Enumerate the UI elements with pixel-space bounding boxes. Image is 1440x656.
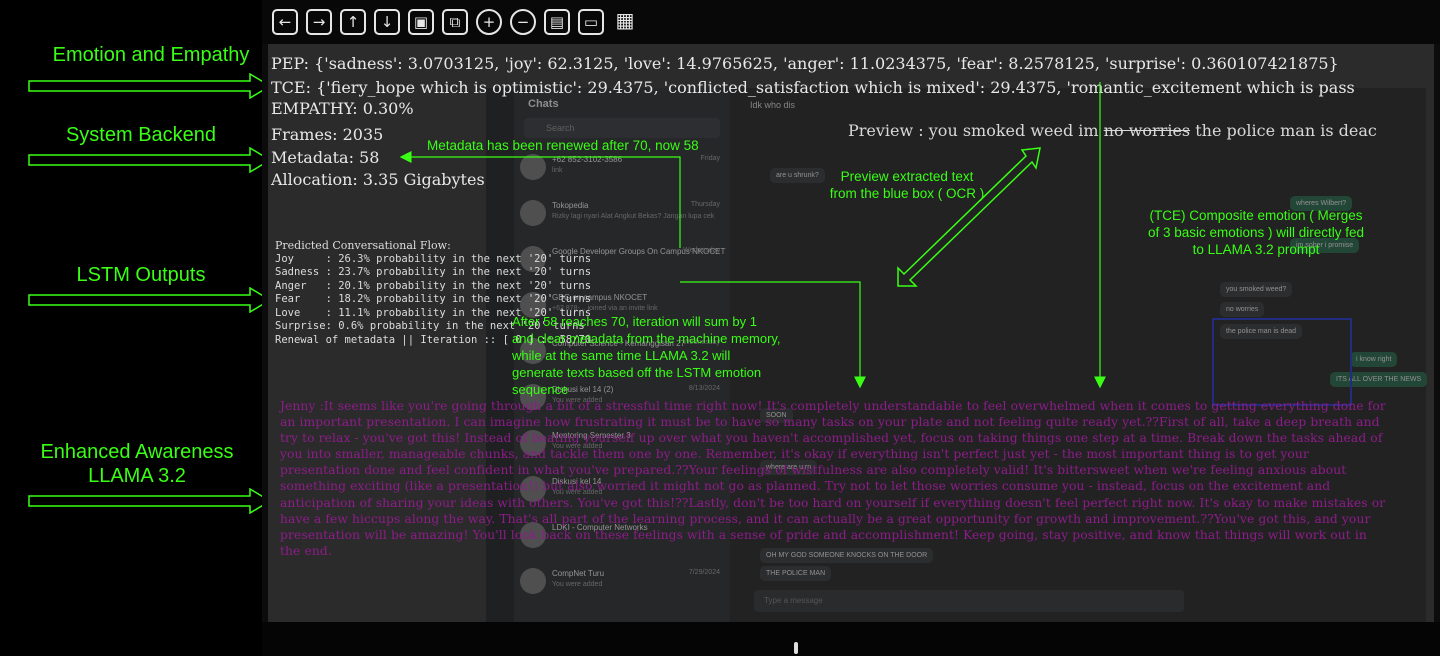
scrollbar-thumb[interactable] [794, 642, 798, 654]
arrow-up-icon: ↑ [346, 13, 360, 31]
chat-item-time: Friday [700, 155, 720, 162]
pep-line: PEP: {'sadness': 3.0703125, 'joy': 62.31… [271, 54, 1339, 73]
chat-list-item[interactable]: CompNet Turu You were added 7/29/2024 [520, 566, 724, 600]
chat-search-input[interactable]: Search [524, 118, 720, 138]
annotation-arrow-lstm [28, 287, 272, 313]
preview-suffix: the police man is deac [1190, 121, 1377, 140]
annotation-enhanced-awareness: Enhanced Awareness LLAMA 3.2 [40, 441, 234, 487]
ocr-preview-note: Preview extracted text from the blue box… [829, 169, 985, 201]
arrow-left-icon: ← [278, 13, 292, 31]
screenshot-stage: Chats Search +62 852-3102-3586 link Friday… [268, 44, 1434, 622]
ocr-blue-box [1212, 318, 1352, 406]
window-icon: ▭ [583, 13, 599, 31]
arrow-right-icon: → [312, 13, 326, 31]
tools-button[interactable]: ▦ [612, 9, 638, 35]
avatar [520, 568, 546, 594]
annotation-emotion-empathy: Emotion and Empathy [52, 44, 250, 66]
annotation-system-backend: System Backend [65, 124, 217, 146]
chat-item-name: Tokopedia [552, 201, 589, 210]
viewer-bottom-bar [262, 622, 1440, 656]
chat-bubble: THE POLICE MAN [760, 566, 832, 581]
llama-output-text: Jenny :It seems like you're going throug… [280, 399, 1386, 558]
empathy-line: EMPATHY: 0.30% [271, 99, 414, 118]
tools-icon: ▦ [615, 8, 635, 32]
save-icon: ▤ [549, 13, 565, 31]
chat-item-time: Thursday [690, 201, 720, 208]
zoom-in-button[interactable]: + [476, 9, 502, 35]
chat-item-name: +62 852-3102-3586 [552, 155, 623, 164]
tce-line: TCE: {'fiery_hope which is optimistic': … [271, 78, 1355, 97]
avatar [520, 200, 546, 226]
chat-bubble: you smoked weed? [1220, 282, 1293, 297]
tce-composite-note: (TCE) Composite emotion ( Merges of 3 ba… [1147, 208, 1365, 257]
back-button[interactable]: ← [272, 9, 298, 35]
chat-item-preview: Rizky lagi nyari Alat Angkut Bekas? Jang… [552, 213, 715, 220]
avatar [520, 154, 546, 180]
image-export-button[interactable]: ⧉ [442, 9, 468, 35]
image-viewer: ← → ↑ ↓ ▣ ⧉ + − ▤ ▭ ▦ Chats Search +62 8… [262, 0, 1440, 656]
annotation-arrow-backend [28, 147, 272, 173]
allocation-line: Allocation: 3.35 Gigabytes [271, 170, 485, 189]
chat-bubble: i know right [1350, 352, 1398, 367]
forward-button[interactable]: → [306, 9, 332, 35]
frames-line: Frames: 2035 [271, 125, 384, 144]
ocr-preview-line: Preview : you smoked weed im no worries … [848, 121, 1377, 140]
image-icon: ▣ [413, 13, 429, 31]
annotation-lstm-outputs: LSTM Outputs [76, 264, 206, 286]
arrow-down-icon: ↓ [380, 13, 394, 31]
viewer-toolbar: ← → ↑ ↓ ▣ ⧉ + − ▤ ▭ ▦ [262, 0, 1440, 44]
image-export-icon: ⧉ [449, 13, 461, 31]
chat-bubble: no worries [1220, 302, 1265, 317]
save-button[interactable]: ▤ [544, 9, 570, 35]
chat-list-item[interactable]: +62 852-3102-3586 link Friday [520, 152, 724, 186]
chat-item-preview: link [552, 167, 563, 174]
annotation-column: Emotion and Empathy System Backend LSTM … [0, 0, 272, 656]
chat-item-preview: You were added [552, 581, 603, 588]
zoom-out-icon: − [516, 13, 530, 31]
annotation-arrow-emotion [28, 73, 272, 99]
metadata-line: Metadata: 58 [271, 148, 380, 167]
metadata-renewed-note: Metadata has been renewed after 70, now … [427, 138, 699, 153]
annotation-arrow-llama [28, 488, 272, 514]
chat-item-time: Wednesday [683, 247, 720, 254]
preview-prefix: Preview : you smoked weed im [848, 121, 1104, 140]
chat-item-time: 7/29/2024 [688, 569, 720, 576]
chat-header-name: Idk who dis [750, 100, 796, 110]
chat-item-name: CompNet Turu [552, 569, 605, 578]
chat-list-title: Chats [528, 98, 559, 110]
lstm-title: Predicted Conversational Flow: [275, 239, 451, 252]
preview-strike: no worries [1103, 121, 1191, 140]
up-button[interactable]: ↑ [340, 9, 366, 35]
window-button[interactable]: ▭ [578, 9, 604, 35]
down-button[interactable]: ↓ [374, 9, 400, 35]
zoom-in-icon: + [482, 13, 496, 31]
chat-list-item[interactable]: Tokopedia Rizky lagi nyari Alat Angkut Be… [520, 198, 724, 232]
zoom-out-button[interactable]: − [510, 9, 536, 35]
image-button[interactable]: ▣ [408, 9, 434, 35]
iteration-note: After 58 reaches 70, iteration will sum … [512, 314, 781, 397]
chat-message-input[interactable]: Type a message [754, 590, 1184, 612]
